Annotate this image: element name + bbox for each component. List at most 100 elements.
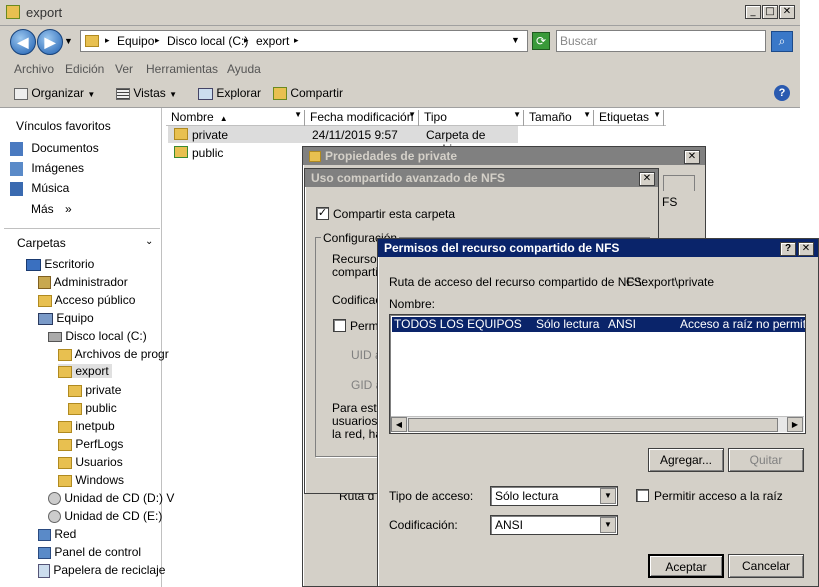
address-field[interactable]: ▸ Equipo ▸ Disco local (C:) ▸ export ▸ ▼ — [80, 30, 528, 52]
tree-item-equipo[interactable]: Equipo — [38, 311, 94, 325]
close-button[interactable]: ✕ — [779, 5, 795, 19]
title-bar: export _ □ ✕ — [0, 0, 800, 26]
menu-herramientas[interactable]: Herramientas — [146, 62, 218, 76]
tree-item-panel-control[interactable]: Panel de control — [38, 545, 141, 559]
add-button[interactable]: Agregar... — [648, 448, 724, 472]
properties-tab[interactable] — [663, 175, 695, 191]
nfs-sharing-close-button[interactable]: ✕ — [639, 172, 655, 186]
tree-item-administrador[interactable]: Administrador — [38, 275, 128, 290]
more-link[interactable]: Más » — [31, 202, 72, 216]
properties-close-button[interactable]: ✕ — [684, 150, 700, 164]
column-header-size[interactable]: Tamaño ▼ — [524, 110, 594, 126]
tree-label: Unidad de CD (E:) — [64, 509, 163, 523]
info-text-3: la red, ha — [332, 427, 383, 441]
tree-item-disco-local[interactable]: Disco local (C:) — [48, 329, 147, 343]
maximize-button[interactable]: □ — [762, 5, 778, 19]
file-row-private[interactable]: private 24/11/2015 9:57 Carpeta de archi… — [168, 126, 518, 156]
tree-item-papelera[interactable]: Papelera de reciclaje — [38, 563, 165, 578]
menu-edicion[interactable]: Edición — [65, 62, 104, 76]
search-icon[interactable]: ⌕ — [771, 31, 793, 52]
forward-button[interactable]: ▶ — [37, 29, 63, 55]
help-icon[interactable]: ? — [774, 85, 790, 101]
back-button[interactable]: ◀ — [10, 29, 36, 55]
favorite-documents[interactable]: Documentos — [10, 141, 99, 156]
column-dropdown-icon[interactable]: ▼ — [294, 110, 302, 119]
allow-anonymous-checkbox[interactable] — [333, 319, 346, 332]
permissions-close-button[interactable]: ✕ — [798, 242, 814, 256]
tree-item-escritorio[interactable]: Escritorio — [26, 257, 94, 271]
file-row-public[interactable]: public — [168, 144, 298, 161]
ok-button[interactable]: Aceptar — [648, 554, 724, 578]
column-dropdown-icon[interactable]: ▼ — [583, 110, 591, 119]
cancel-button[interactable]: Cancelar — [728, 554, 804, 578]
recent-pages-dropdown-icon[interactable]: ▼ — [64, 36, 73, 46]
folders-pane-divider — [4, 228, 160, 229]
chevron-down-icon[interactable]: ▼ — [600, 488, 616, 504]
tree-item-perflogs[interactable]: PerfLogs — [58, 437, 123, 451]
user-folder-icon — [38, 276, 51, 290]
tree-item-inetpub[interactable]: inetpub — [58, 419, 115, 433]
tree-item-acceso-publico[interactable]: Acceso público — [38, 293, 135, 307]
column-dropdown-icon[interactable]: ▼ — [653, 110, 661, 119]
column-dropdown-icon[interactable]: ▼ — [513, 110, 521, 119]
minimize-button[interactable]: _ — [745, 5, 761, 19]
scroll-thumb[interactable] — [408, 418, 778, 432]
tree-label: Unidad de CD (D:) V — [64, 491, 175, 505]
favorite-label: Imágenes — [31, 161, 85, 175]
breadcrumb-equipo[interactable]: Equipo — [117, 34, 154, 48]
column-dropdown-icon[interactable]: ▼ — [408, 110, 416, 119]
access-type-select[interactable]: Sólo lectura ▼ — [490, 486, 618, 506]
scroll-left-icon[interactable]: ◀ — [391, 417, 407, 432]
menu-archivo[interactable]: Archivo — [14, 62, 54, 76]
organize-button[interactable]: Organizar ▼ — [14, 86, 95, 100]
tree-item-export[interactable]: export — [58, 364, 112, 378]
allow-root-checkbox[interactable] — [636, 489, 649, 502]
encoding-select[interactable]: ANSI ▼ — [490, 515, 618, 535]
share-button[interactable]: Compartir — [273, 86, 343, 101]
column-header-date[interactable]: Fecha modificación ▼ — [305, 110, 419, 126]
tree-item-red[interactable]: Red — [38, 527, 76, 541]
tree-item-private[interactable]: private — [68, 383, 121, 397]
recycle-bin-icon — [38, 563, 50, 578]
chevron-down-icon: ▼ — [169, 90, 178, 99]
chevron-down-icon[interactable]: ▼ — [600, 517, 616, 533]
properties-title: Propiedades de private — [325, 149, 458, 163]
views-button[interactable]: Vistas ▼ — [116, 86, 177, 100]
column-header-tags[interactable]: Etiquetas ▼ — [594, 110, 664, 126]
scroll-right-icon[interactable]: ▶ — [787, 417, 803, 432]
tree-item-usuarios[interactable]: Usuarios — [58, 455, 123, 469]
column-header-name[interactable]: Nombre ▲ ▼ — [166, 110, 305, 126]
encoding-label: Codificac — [332, 293, 382, 307]
column-header-type[interactable]: Tipo ▼ — [419, 110, 524, 126]
tree-item-windows[interactable]: Windows — [58, 473, 124, 487]
breadcrumb-arrow-icon[interactable]: ▸ — [155, 35, 160, 46]
tree-label: Administrador — [53, 275, 128, 289]
favorite-music[interactable]: Música — [10, 181, 69, 196]
breadcrumb-arrow-icon[interactable]: ▸ — [294, 35, 299, 46]
refresh-icon[interactable]: ⟳ — [532, 32, 550, 50]
menu-ayuda[interactable]: Ayuda — [227, 62, 261, 76]
chevron-down-icon[interactable]: ⌄ — [145, 236, 153, 247]
horizontal-scrollbar[interactable]: ◀ ▶ — [391, 416, 804, 432]
help-button[interactable]: ? — [780, 242, 796, 256]
navigation-pane: Vínculos favoritos Documentos Imágenes M… — [0, 108, 174, 587]
address-dropdown-icon[interactable]: ▼ — [511, 35, 520, 45]
breadcrumb-disk[interactable]: Disco local (C:) — [167, 34, 248, 48]
file-name: public — [192, 146, 224, 160]
search-input[interactable]: Buscar — [556, 30, 766, 52]
list-item[interactable]: TODOS LOS EQUIPOS Sólo lectura ANSI Acce… — [392, 317, 805, 332]
remove-button[interactable]: Quitar — [728, 448, 804, 472]
share-folder-checkbox[interactable]: ✓ — [316, 207, 329, 220]
favorite-images[interactable]: Imágenes — [10, 161, 84, 176]
tree-item-cd-e[interactable]: Unidad de CD (E:) — [48, 509, 163, 524]
tree-item-archivos-programa[interactable]: Archivos de progr — [58, 347, 169, 361]
permissions-list[interactable]: TODOS LOS EQUIPOS Sólo lectura ANSI Acce… — [389, 314, 806, 434]
explore-button[interactable]: Explorar — [198, 86, 261, 100]
breadcrumb-arrow-icon[interactable]: ▸ — [244, 35, 249, 46]
breadcrumb-export[interactable]: export — [256, 34, 289, 48]
tree-item-cd-d[interactable]: Unidad de CD (D:) V — [48, 491, 175, 506]
entry-encoding: ANSI — [608, 317, 637, 331]
folders-heading[interactable]: Carpetas — [17, 236, 66, 250]
tree-item-public[interactable]: public — [68, 401, 117, 415]
menu-ver[interactable]: Ver — [115, 62, 133, 76]
